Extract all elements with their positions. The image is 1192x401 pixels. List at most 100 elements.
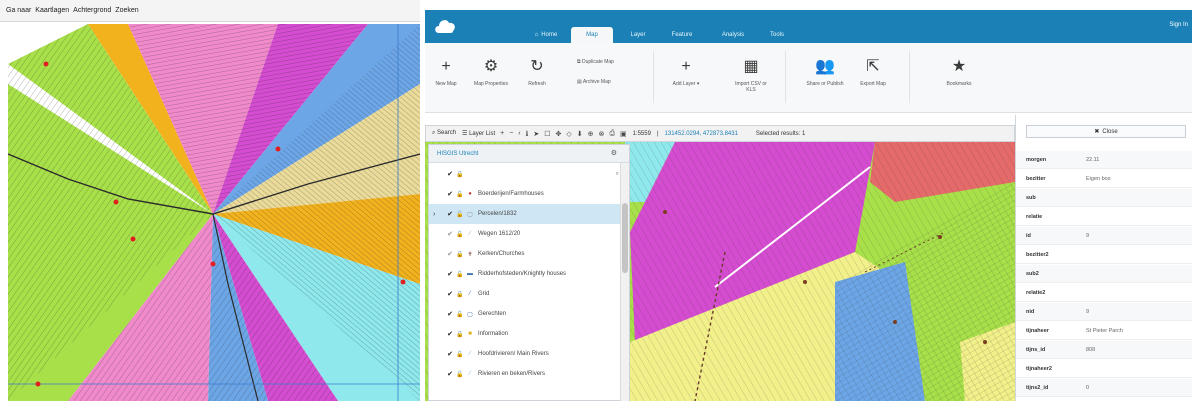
zoom-tool-icon[interactable]: ⊕ (588, 130, 594, 138)
duplicate-map-button[interactable]: ⧉ Duplicate Map (577, 59, 614, 65)
plus-icon: + (441, 58, 451, 75)
attribute-panel: ✖ Close morgen 22.11 bezitter Eigen bos su… (1015, 115, 1192, 401)
lock-icon[interactable]: 🔒 (455, 171, 465, 178)
globe-icon[interactable]: ⊗ (598, 130, 604, 138)
check-icon[interactable]: ✔ (445, 210, 455, 218)
ribbon-divider (785, 51, 786, 103)
map-marker[interactable] (663, 210, 667, 214)
zoom-out-icon[interactable]: − (509, 130, 513, 137)
bookmarks-button[interactable]: ★ Bookmarks (939, 57, 979, 87)
layer-row-kerken[interactable]: ✔ 🔒 ✝ Kerken/Churches (429, 244, 621, 264)
tab-home[interactable]: ⌂ Home (525, 27, 567, 43)
check-icon[interactable]: ✔ (445, 350, 455, 358)
lock-icon[interactable]: 🔒 (455, 291, 465, 298)
tab-map[interactable]: Map (571, 27, 613, 43)
map-marker[interactable] (400, 279, 406, 285)
coordinate-readout: 131452.0294, 472873.8431 (664, 130, 738, 137)
layer-row-gerechten[interactable]: ✔ 🔓 ▢ Gerechten (429, 304, 621, 324)
layer-row-information[interactable]: ✔ 🔒 ■ Information (429, 324, 621, 344)
lock-icon[interactable]: 🔒 (455, 331, 465, 338)
tab-analysis[interactable]: Analysis (713, 27, 753, 43)
map-marker[interactable] (938, 235, 942, 239)
layer-row-main-rivers[interactable]: ✔ 🔓 ⁄ Hoofdrivieren/ Main Rivers (429, 344, 621, 364)
measure-icon[interactable]: ◇ (566, 130, 571, 138)
info-icon[interactable]: ℹ (526, 130, 529, 138)
pan-icon[interactable]: ✥ (555, 130, 561, 138)
layer-row-rivers[interactable]: ✔ 🔓 ⁄ Rivieren en beken/Rivers (429, 364, 621, 384)
select-box-icon[interactable]: ☐ (544, 130, 550, 138)
check-icon[interactable]: ✔ (445, 270, 455, 278)
check-icon[interactable]: ✔ (445, 290, 455, 298)
print-icon[interactable]: ⎙ (609, 130, 615, 138)
map-marker[interactable] (275, 146, 281, 152)
left-parcel-map[interactable] (8, 24, 420, 401)
toolbar-divider: | (656, 130, 659, 137)
layer-name: Information (478, 331, 509, 337)
lock-icon[interactable]: 🔓 (455, 231, 465, 238)
layer-row-ridderhofsteden[interactable]: ✔ 🔓 ▬ Ridderhofsteden/Knightly houses (429, 264, 621, 284)
lock-icon[interactable]: 🔒 (455, 251, 465, 258)
archive-map-button[interactable]: ▤ Archive Map (577, 79, 611, 85)
map-marker[interactable] (35, 381, 41, 387)
map-marker[interactable] (893, 320, 897, 324)
back-icon[interactable]: ‹ (518, 130, 520, 137)
star-icon: ★ (951, 58, 967, 75)
lock-icon[interactable]: 🔓 (455, 371, 465, 378)
new-map-button[interactable]: + New Map (426, 57, 466, 87)
lock-icon[interactable]: 🔓 (455, 211, 465, 218)
layer-list-button[interactable]: ☰ Layer List (462, 130, 495, 137)
menu-zoeken[interactable]: Zoeken (115, 7, 138, 14)
marker-icon[interactable]: ⬇ (577, 130, 583, 138)
menu-kaartlagen[interactable]: Kaartlagen (35, 7, 69, 14)
search-button[interactable]: ⌕ Search (432, 130, 456, 137)
check-icon[interactable]: ✔ (445, 230, 455, 238)
check-icon[interactable]: ✔ (445, 170, 455, 178)
map-marker[interactable] (113, 199, 119, 205)
pointer-icon[interactable]: ➤ (533, 130, 539, 138)
duplicate-map-label: Duplicate Map (581, 59, 614, 65)
refresh-button[interactable]: ↻ Refresh (517, 57, 557, 87)
add-layer-button[interactable]: + Add Layer ▾ (663, 57, 709, 87)
layer-row-0[interactable]: ✔ 🔒 ⌕ (429, 164, 621, 184)
tab-tools[interactable]: Tools (763, 27, 791, 43)
polygon-symbol-icon: ▢ (467, 211, 473, 218)
lock-icon[interactable]: 🔓 (455, 271, 465, 278)
export-map-button[interactable]: ⇱ Export Map (853, 57, 893, 87)
export-icon: ⇱ (866, 58, 880, 75)
close-button[interactable]: ✖ Close (1026, 125, 1186, 138)
check-icon[interactable]: ✔ (445, 310, 455, 318)
lock-icon[interactable]: 🔓 (455, 351, 465, 358)
menu-achtergrond[interactable]: Achtergrond (73, 7, 111, 14)
map-properties-button[interactable]: ⚙ Map Properties (471, 57, 511, 87)
map-marker[interactable] (43, 61, 49, 67)
check-icon[interactable]: ✔ (445, 330, 455, 338)
sign-in-link[interactable]: Sign In (1169, 22, 1188, 28)
lock-icon[interactable]: 🔓 (455, 311, 465, 318)
ribbon-divider (653, 51, 654, 103)
map-marker[interactable] (803, 280, 807, 284)
image-icon[interactable]: ▣ (620, 130, 627, 138)
expand-icon[interactable]: › (433, 211, 435, 218)
share-publish-button[interactable]: 👥 Share or Publish (805, 57, 845, 87)
tab-feature[interactable]: Feature (665, 27, 699, 43)
layer-row-wegen[interactable]: ✔ 🔓 ⁄ Wegen 1612/20 (429, 224, 621, 244)
check-icon[interactable]: ✔ (445, 190, 455, 198)
map-marker[interactable] (983, 340, 987, 344)
check-icon[interactable]: ✔ (445, 250, 455, 258)
map-marker[interactable] (210, 261, 216, 267)
zoom-in-icon[interactable]: + (500, 130, 504, 137)
import-csv-button[interactable]: ▦ Import CSV or KLS (731, 57, 771, 93)
menu-ga-naar[interactable]: Ga naar (6, 7, 31, 14)
check-icon[interactable]: ✔ (445, 370, 455, 378)
settings-icon[interactable]: ⚙ (611, 149, 617, 157)
search-icon[interactable]: ⌕ (616, 171, 619, 178)
scrollbar-thumb[interactable] (622, 203, 628, 273)
attribute-row: tijns_id 808 (1016, 341, 1192, 359)
map-marker[interactable] (130, 236, 136, 242)
layer-list-scrollbar[interactable] (620, 163, 629, 401)
layer-row-percelen[interactable]: › ✔ 🔓 ▢ Percelen/1832 (429, 204, 621, 224)
layer-row-grid[interactable]: ✔ 🔒 ⁄ Grid (429, 284, 621, 304)
tab-layer[interactable]: Layer (623, 27, 653, 43)
lock-icon[interactable]: 🔓 (455, 191, 465, 198)
layer-row-farmhouses[interactable]: ✔ 🔓 ● Boerderijen/Farmhouses (429, 184, 621, 204)
